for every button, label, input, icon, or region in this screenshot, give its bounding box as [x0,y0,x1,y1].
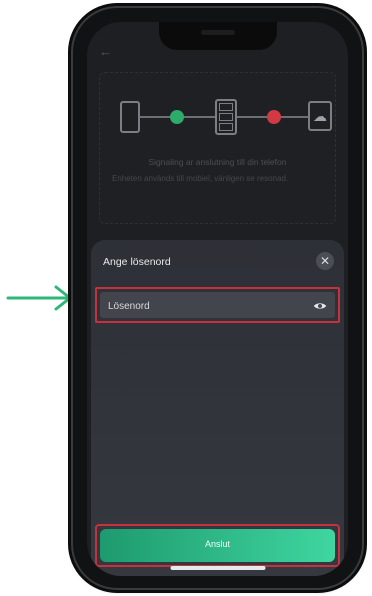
password-input[interactable]: Lösenord [100,292,335,318]
back-arrow-icon[interactable]: ← [99,44,112,59]
connection-flow: ☁ [120,95,332,135]
password-placeholder: Lösenord [108,301,150,312]
submit-highlight: Anslut [95,524,340,567]
phone-frame: ← ☁ Signaling ar anslutning till din tel… [73,8,362,588]
status-ok-icon [170,110,184,124]
eye-icon[interactable] [313,299,327,313]
home-indicator [170,566,265,570]
notch [158,22,277,50]
close-icon[interactable]: ✕ [316,252,334,270]
server-icon [215,99,237,135]
phone-device-icon [120,101,140,133]
connection-description: Enheten används till mobiel, vänligen se… [112,174,289,183]
status-error-icon [267,110,281,124]
pointer-arrow-icon [6,285,72,311]
connection-status-text: Signaling ar anslutning till din telefon [148,157,287,167]
submit-button[interactable]: Anslut [100,529,335,562]
sheet-title: Ange lösenord [103,256,171,268]
password-sheet: Ange lösenord ✕ Lösenord Anslut [91,240,344,576]
password-field-highlight: Lösenord [95,287,340,323]
connection-diagram-card: ☁ Signaling ar anslutning till din telef… [99,72,336,224]
cloud-icon: ☁ [308,101,332,131]
phone-screen: ← ☁ Signaling ar anslutning till din tel… [87,22,348,576]
